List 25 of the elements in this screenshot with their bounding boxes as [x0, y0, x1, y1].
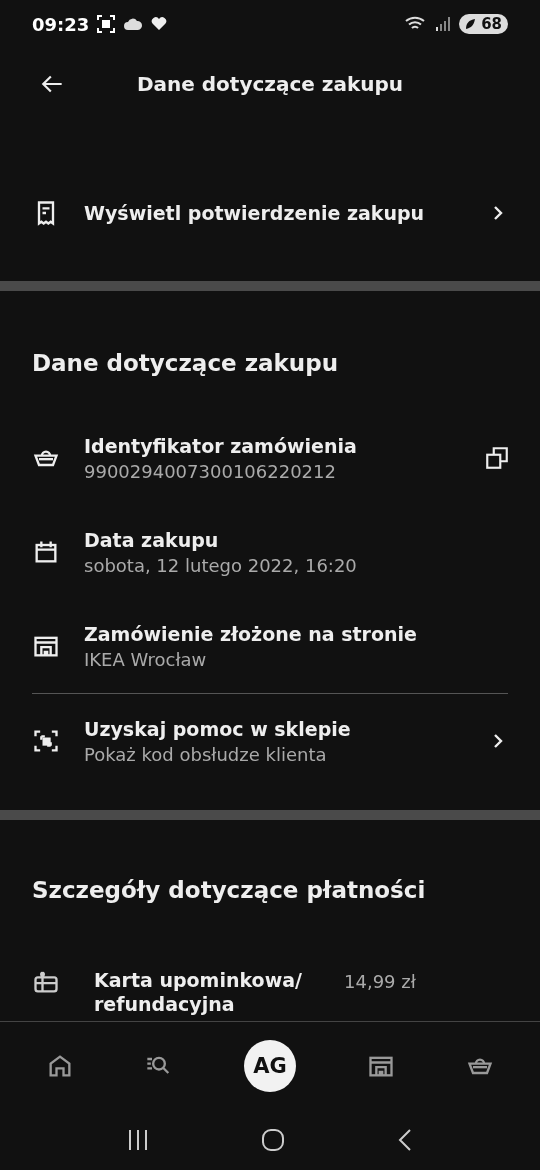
screen-title: Dane dotyczące zakupu: [135, 72, 405, 96]
profile-avatar-button[interactable]: AG: [243, 1040, 296, 1092]
item-value: IKEA Wrocław: [84, 648, 208, 670]
list-item[interactable]: Uzyskaj pomoc w sklepie Pokaż kod obsłudze klienta: [0, 694, 540, 788]
item-label: Identyfikator zamówienia: [84, 434, 358, 457]
item-value: 9900294007300106220212: [84, 460, 337, 482]
item-value: sobota, 12 lutego 2022, 16:20: [84, 554, 358, 576]
home-button[interactable]: [261, 1128, 285, 1152]
payment-amount: 14,99 zł: [344, 970, 416, 994]
section-heading: Szczegóły dotyczące płatności: [31, 876, 427, 904]
item-label: Zamówienie złożone na stronie: [84, 622, 418, 645]
clock: 09:23: [32, 13, 90, 35]
item-value: Pokaż kod obsłudze klienta: [84, 743, 328, 765]
copy-button[interactable]: [484, 445, 510, 471]
list-item[interactable]: Wyświetl potwierdzenie zakupu: [0, 166, 540, 260]
section-heading: Dane dotyczące zakupu: [31, 349, 340, 377]
item-label: Wyświetl potwierdzenie zakupu: [84, 202, 426, 224]
cloud-icon: [123, 17, 144, 31]
item-label: Data zakupu: [84, 528, 220, 551]
payment-method: Karta upominkowa/ refundacyjna: [94, 968, 303, 1016]
item-label: Uzyskaj pomoc w sklepie: [84, 717, 352, 740]
heart-icon: [151, 17, 168, 31]
battery-indicator: 68: [459, 14, 508, 34]
screenshot-icon: [97, 15, 116, 33]
signal-icon: [435, 16, 452, 32]
